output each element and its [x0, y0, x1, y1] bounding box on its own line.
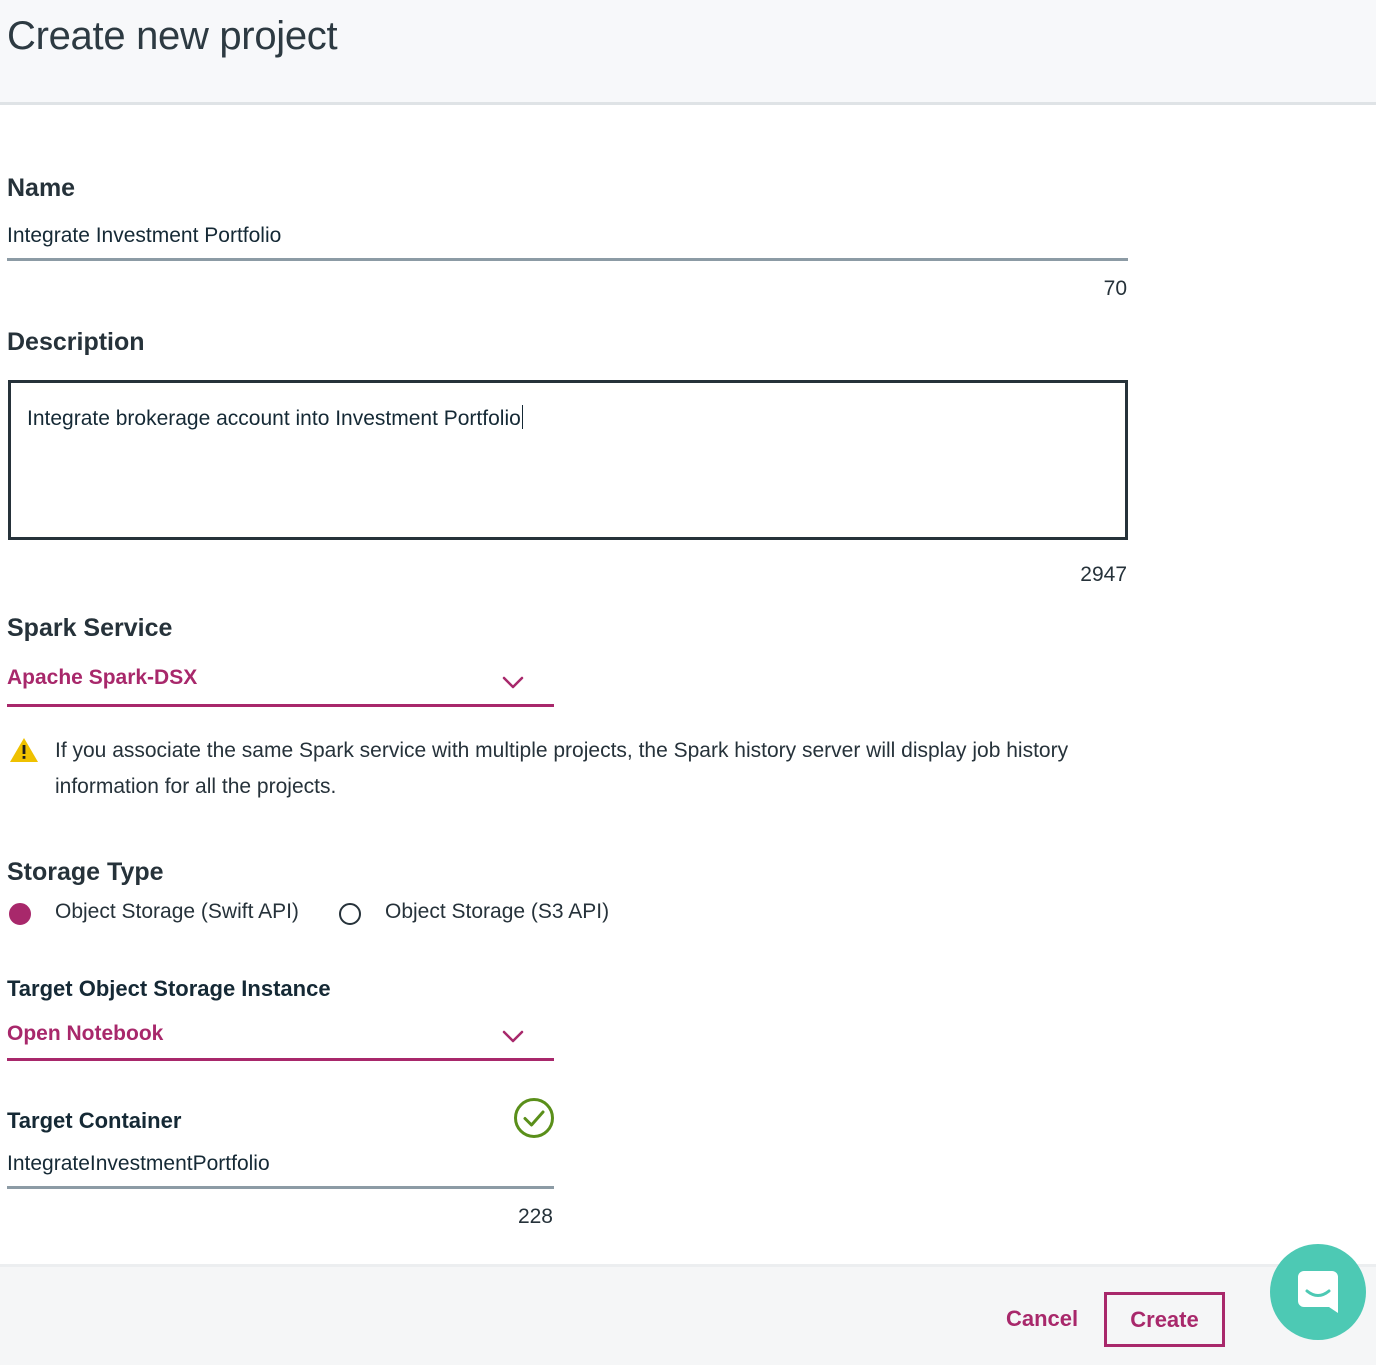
target-instance-label: Target Object Storage Instance [7, 976, 331, 1001]
chat-launcher-button[interactable] [1270, 1244, 1366, 1340]
target-container-underline [7, 1186, 554, 1189]
name-char-counter: 70 [1103, 277, 1127, 300]
name-input-underline [7, 258, 1128, 261]
target-instance-select[interactable]: Open Notebook [7, 1022, 163, 1046]
description-text: Integrate brokerage account into Investm… [27, 405, 523, 430]
target-container-label: Target Container [7, 1108, 182, 1133]
cancel-button[interactable]: Cancel [1006, 1306, 1078, 1332]
text-caret [521, 405, 523, 429]
radio-swift-api-label[interactable]: Object Storage (Swift API) [55, 900, 299, 924]
radio-swift-api[interactable] [9, 903, 31, 925]
chevron-down-icon[interactable] [502, 676, 524, 690]
description-char-counter: 2947 [1080, 563, 1127, 586]
radio-s3-api[interactable] [339, 903, 361, 925]
create-button[interactable]: Create [1104, 1292, 1225, 1347]
description-label: Description [7, 328, 145, 356]
spark-warning-message: If you associate the same Spark service … [55, 739, 1069, 798]
storage-type-label: Storage Type [7, 858, 164, 886]
target-instance-underline [7, 1058, 554, 1061]
target-container-char-counter: 228 [517, 1205, 553, 1228]
page-header: Create new project [0, 0, 1376, 105]
radio-s3-api-label[interactable]: Object Storage (S3 API) [385, 900, 609, 924]
check-circle-icon [514, 1098, 554, 1138]
warning-icon [10, 738, 38, 762]
description-textarea[interactable]: Integrate brokerage account into Investm… [8, 380, 1128, 540]
chevron-down-icon[interactable] [502, 1030, 524, 1044]
spark-service-underline [7, 704, 554, 707]
chat-bubble-icon [1298, 1271, 1338, 1313]
spark-service-label: Spark Service [7, 614, 173, 642]
name-input[interactable]: Integrate Investment Portfolio [7, 224, 281, 248]
page-title: Create new project [7, 14, 338, 58]
spark-service-select[interactable]: Apache Spark-DSX [7, 666, 197, 690]
name-label: Name [7, 174, 76, 202]
target-container-input[interactable]: IntegrateInvestmentPortfolio [7, 1152, 270, 1176]
